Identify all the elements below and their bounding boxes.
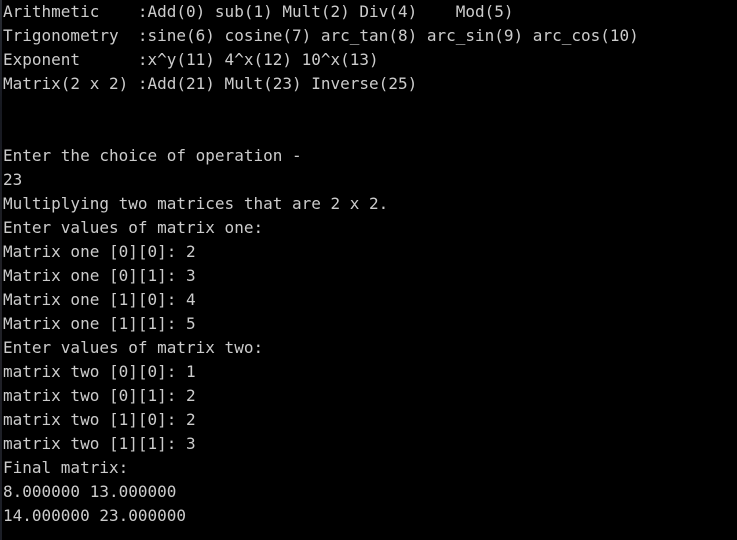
- matrix-two-entry-00: matrix two [0][0]: 1: [3, 362, 196, 381]
- matrix-one-header: Enter values of matrix one:: [3, 218, 264, 237]
- matrix-two-header: Enter values of matrix two:: [3, 338, 264, 357]
- matrix-two-entry-01: matrix two [0][1]: 2: [3, 386, 196, 405]
- matrix-two-entry-11: matrix two [1][1]: 3: [3, 434, 196, 453]
- matrix-one-entry-10: Matrix one [1][0]: 4: [3, 290, 196, 309]
- matrix-one-entry-11: Matrix one [1][1]: 5: [3, 314, 196, 333]
- operation-message: Multiplying two matrices that are 2 x 2.: [3, 194, 389, 213]
- menu-line-matrix: Matrix(2 x 2) :Add(21) Mult(23) Inverse(…: [3, 74, 418, 93]
- menu-line-exponent: Exponent :x^y(11) 4^x(12) 10^x(13): [3, 50, 379, 69]
- terminal-window[interactable]: Arithmetic :Add(0) sub(1) Mult(2) Div(4)…: [0, 0, 737, 540]
- matrix-two-entry-10: matrix two [1][0]: 2: [3, 410, 196, 429]
- result-header: Final matrix:: [3, 458, 129, 477]
- matrix-one-entry-00: Matrix one [0][0]: 2: [3, 242, 196, 261]
- terminal-screen: Arithmetic :Add(0) sub(1) Mult(2) Div(4)…: [3, 0, 737, 528]
- choice-input-echo[interactable]: 23: [3, 168, 737, 192]
- left-edge-artifact: [0, 0, 2, 540]
- result-row-0: 8.000000 13.000000: [3, 482, 177, 501]
- choice-prompt: Enter the choice of operation -: [3, 146, 302, 165]
- menu-line-arithmetic: Arithmetic :Add(0) sub(1) Mult(2) Div(4)…: [3, 2, 514, 21]
- menu-line-trigonometry: Trigonometry :sine(6) cosine(7) arc_tan(…: [3, 26, 639, 45]
- result-row-1: 14.000000 23.000000: [3, 506, 187, 525]
- matrix-one-entry-01: Matrix one [0][1]: 3: [3, 266, 196, 285]
